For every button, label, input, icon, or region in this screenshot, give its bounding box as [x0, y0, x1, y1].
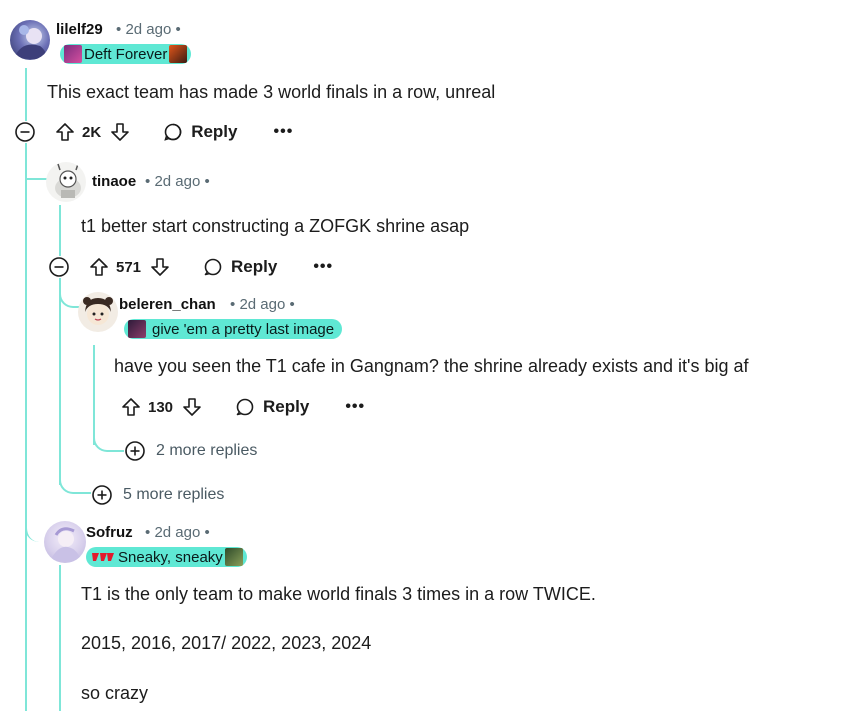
thread-branch-curve — [59, 470, 91, 494]
downvote-button[interactable] — [179, 394, 205, 420]
thread-branch-curve — [93, 426, 125, 452]
comment-icon — [204, 258, 222, 276]
meta-separator: • — [175, 21, 181, 38]
avatar[interactable] — [10, 20, 50, 60]
thread-line-branch — [25, 178, 47, 180]
collapse-icon — [15, 122, 35, 142]
reply-label: Reply — [263, 397, 310, 416]
team-logo-icon — [92, 553, 114, 561]
comment-body-line: 2015, 2016, 2017/ 2022, 2023, 2024 — [81, 633, 372, 653]
comment-icon — [164, 123, 182, 141]
timestamp[interactable]: 2d ago — [154, 173, 200, 190]
avatar[interactable] — [44, 521, 86, 563]
user-flair: give 'em a pretty last image — [124, 319, 343, 339]
comment-body: This exact team has made 3 world finals … — [47, 82, 496, 102]
collapse-button[interactable] — [48, 256, 70, 278]
timestamp[interactable]: 2d ago — [239, 296, 285, 313]
vote-count: 571 — [116, 258, 142, 276]
comment-actions: 571 Reply ••• — [86, 252, 333, 282]
more-options-button[interactable]: ••• — [313, 258, 333, 276]
meta-separator: • — [204, 524, 210, 541]
meta-separator: • — [230, 296, 236, 313]
comment-actions: 2K Reply ••• — [52, 117, 293, 147]
comment-meta: • 2d ago • — [116, 21, 181, 38]
downvote-icon — [183, 398, 201, 416]
timestamp[interactable]: 2d ago — [154, 524, 200, 541]
comment-meta: • 2d ago • — [230, 296, 295, 313]
downvote-button[interactable] — [147, 254, 173, 280]
comment-body: t1 better start constructing a ZOFGK shr… — [81, 216, 470, 236]
flair-text: Deft Forever — [84, 45, 168, 63]
flair-text: Sneaky, sneaky — [118, 548, 223, 566]
comment-body-line: T1 is the only team to make world finals… — [81, 584, 596, 604]
comment-meta: • 2d ago • — [145, 524, 210, 541]
more-options-button[interactable]: ••• — [273, 123, 293, 141]
thread-line-root[interactable] — [25, 68, 27, 711]
more-replies-button[interactable]: 2 more replies — [124, 440, 258, 462]
plus-circle-icon — [125, 441, 145, 461]
flair-text: give 'em a pretty last image — [152, 320, 335, 338]
vote-count: 130 — [148, 398, 174, 416]
upvote-button[interactable] — [86, 254, 112, 280]
timestamp[interactable]: 2d ago — [125, 21, 171, 38]
upvote-button[interactable] — [118, 394, 144, 420]
more-options-button[interactable]: ••• — [345, 398, 365, 416]
comment-icon — [236, 398, 254, 416]
thread-branch-curve — [59, 286, 79, 308]
user-flair: Deft Forever — [60, 44, 192, 64]
comment-body-line: so crazy — [81, 683, 149, 703]
reply-button[interactable]: Reply — [203, 257, 277, 277]
meta-separator: • — [145, 524, 151, 541]
upvote-icon — [90, 258, 108, 276]
collapse-button[interactable] — [14, 121, 36, 143]
more-replies-label: 5 more replies — [123, 486, 225, 503]
comment-body: have you seen the T1 cafe in Gangnam? th… — [114, 356, 749, 376]
flair-image-icon — [169, 45, 188, 63]
reply-label: Reply — [191, 122, 238, 141]
more-replies-label: 2 more replies — [156, 442, 258, 459]
reply-button[interactable]: Reply — [235, 397, 309, 417]
meta-separator: • — [204, 173, 210, 190]
thread-line-tinaoe[interactable] — [59, 205, 61, 485]
downvote-icon — [151, 258, 169, 276]
comment-meta: • 2d ago • — [145, 173, 210, 190]
user-flair: Sneaky, sneaky — [86, 547, 247, 567]
flair-image-icon — [64, 45, 82, 63]
comment-actions: 130 Reply ••• — [118, 392, 365, 422]
reply-label: Reply — [231, 257, 278, 276]
username[interactable]: tinaoe — [92, 173, 136, 190]
plus-circle-icon — [92, 485, 112, 505]
flair-image-icon — [224, 548, 243, 566]
meta-separator: • — [116, 21, 122, 38]
upvote-icon — [122, 398, 140, 416]
upvote-icon — [56, 123, 74, 141]
flair-image-icon — [128, 320, 146, 338]
avatar[interactable] — [46, 162, 86, 202]
collapse-icon — [49, 257, 69, 277]
username[interactable]: lilelf29 — [56, 21, 103, 38]
thread-line-sofruz[interactable] — [59, 565, 61, 711]
avatar[interactable] — [78, 292, 118, 332]
more-replies-button[interactable]: 5 more replies — [91, 484, 225, 506]
username[interactable]: beleren_chan — [119, 296, 216, 313]
upvote-button[interactable] — [52, 119, 78, 145]
meta-separator: • — [289, 296, 295, 313]
meta-separator: • — [145, 173, 151, 190]
downvote-button[interactable] — [107, 119, 133, 145]
vote-count: 2K — [82, 123, 102, 141]
username[interactable]: Sofruz — [86, 524, 133, 541]
downvote-icon — [111, 123, 129, 141]
reply-button[interactable]: Reply — [163, 122, 237, 142]
